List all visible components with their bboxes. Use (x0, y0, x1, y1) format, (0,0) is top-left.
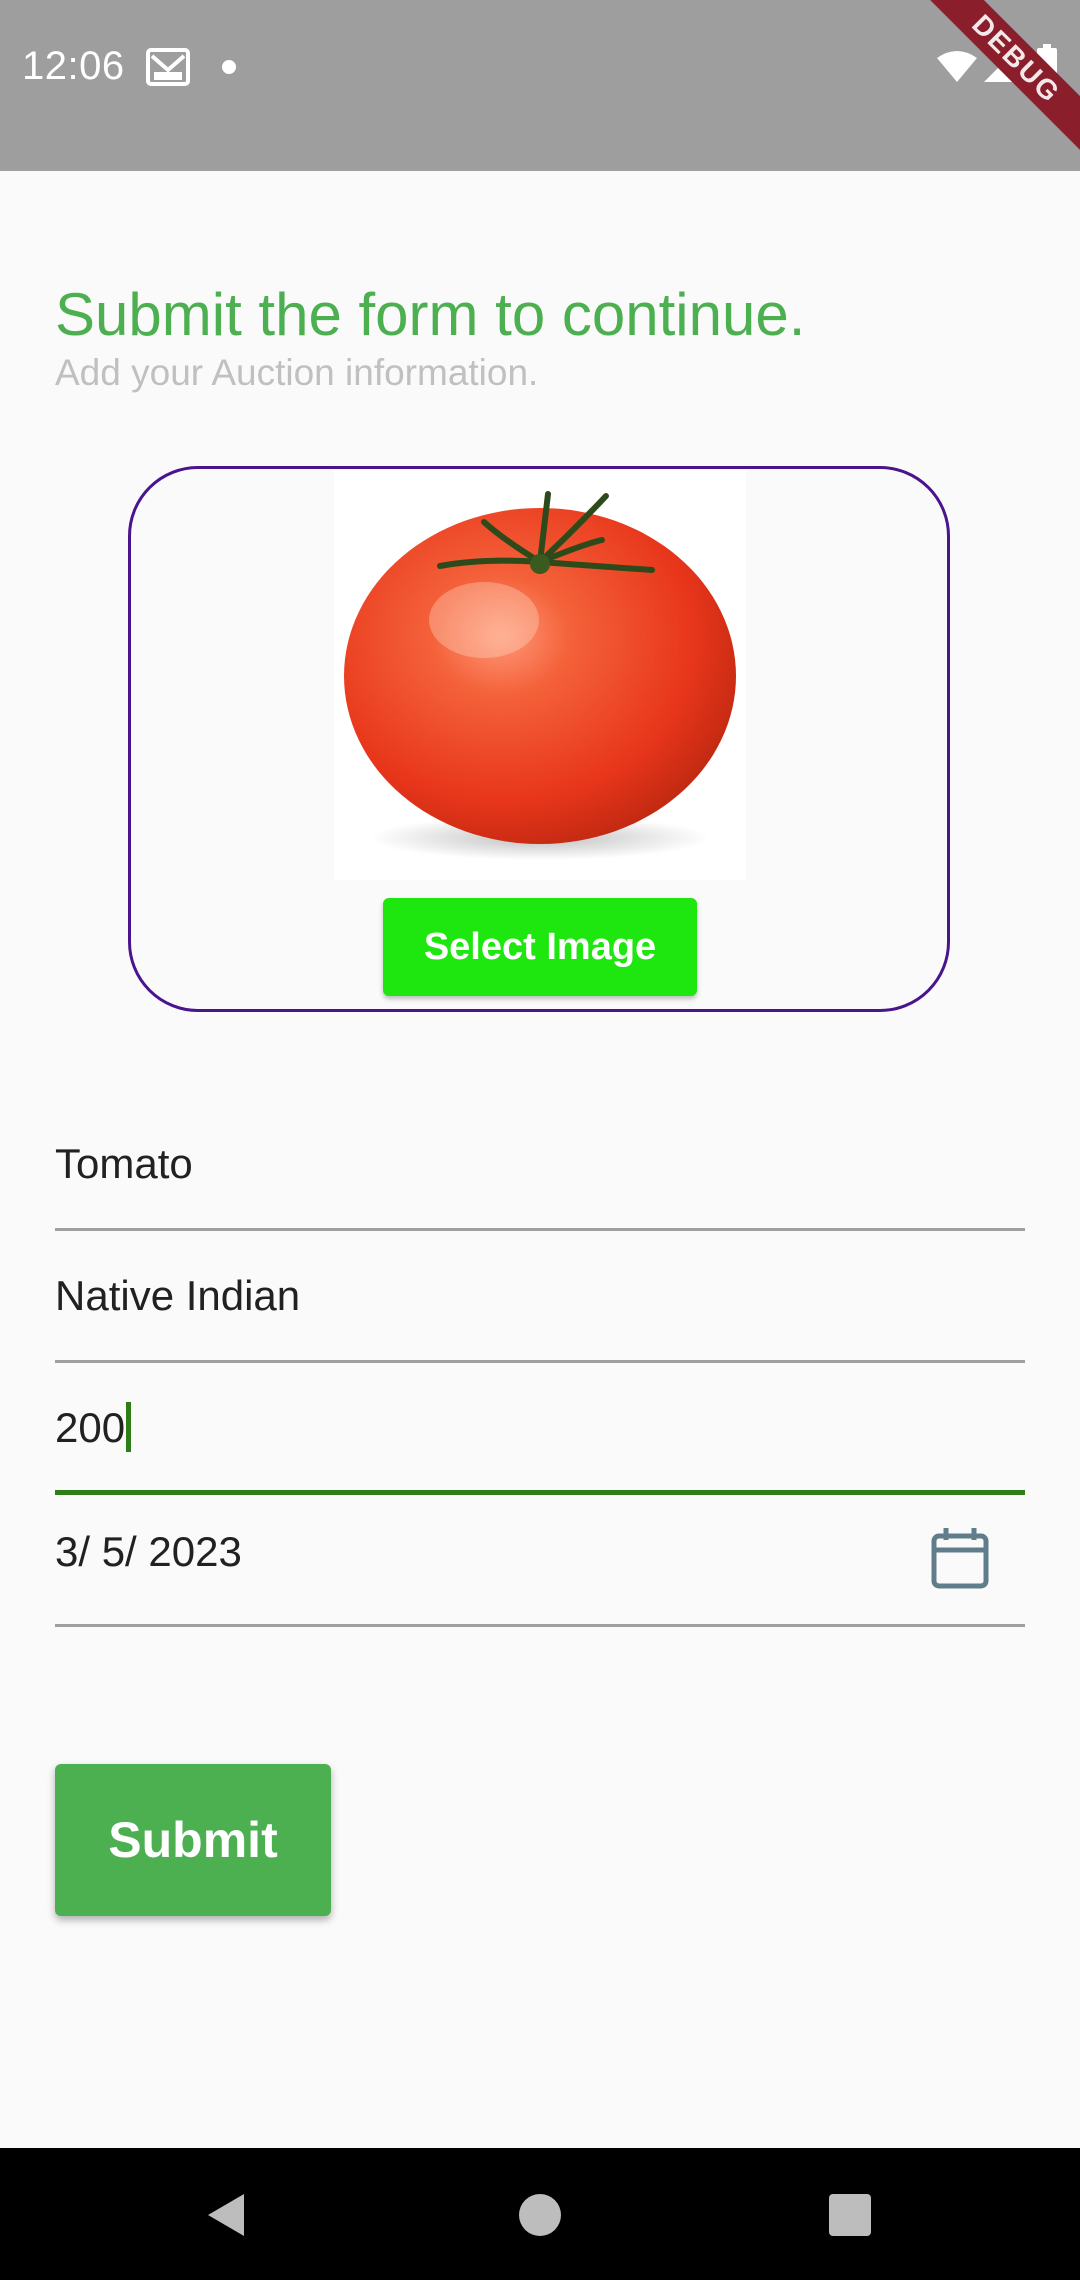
back-icon[interactable] (204, 2192, 248, 2238)
auction-name-field[interactable]: Tomato (55, 1110, 1025, 1231)
text-cursor (126, 1401, 132, 1452)
field-underline (55, 1624, 1025, 1627)
auction-name-value: Tomato (55, 1140, 193, 1187)
field-underline (55, 1360, 1025, 1363)
field-underline (55, 1228, 1025, 1231)
variety-value: Native Indian (55, 1272, 301, 1319)
field-underline-focused (55, 1490, 1025, 1495)
navigation-bar (0, 2148, 1080, 2280)
notification-dot-icon (222, 60, 236, 74)
date-field[interactable]: 3/ 5/ 2023 (55, 1506, 1025, 1627)
page-subtitle: Add your Auction information. (55, 352, 539, 393)
tomato-illustration (344, 491, 736, 860)
calendar-icon[interactable] (930, 1526, 990, 1590)
mail-icon (146, 48, 190, 86)
debug-label: DEBUG (920, 0, 1080, 158)
debug-banner: DEBUG (920, 0, 1080, 160)
select-image-button[interactable]: Select Image (383, 898, 697, 996)
home-icon[interactable] (519, 2194, 561, 2236)
recents-icon[interactable] (829, 2194, 871, 2236)
quantity-value: 200 (55, 1404, 126, 1451)
tomato-image (334, 470, 746, 880)
submit-button[interactable]: Submit (55, 1764, 331, 1916)
page-title: Submit the form to continue. (55, 281, 806, 348)
status-time: 12:06 (22, 44, 125, 88)
quantity-input-text: 200 (55, 1401, 132, 1456)
quantity-field[interactable]: 200 (55, 1374, 1025, 1495)
status-bar: 12:06 DEBUG (0, 0, 1080, 171)
date-value: 3/ 5/ 2023 (55, 1528, 242, 1575)
variety-field[interactable]: Native Indian (55, 1242, 1025, 1363)
screen: 12:06 DEBUG Submit the form to continue.… (0, 0, 1080, 2280)
